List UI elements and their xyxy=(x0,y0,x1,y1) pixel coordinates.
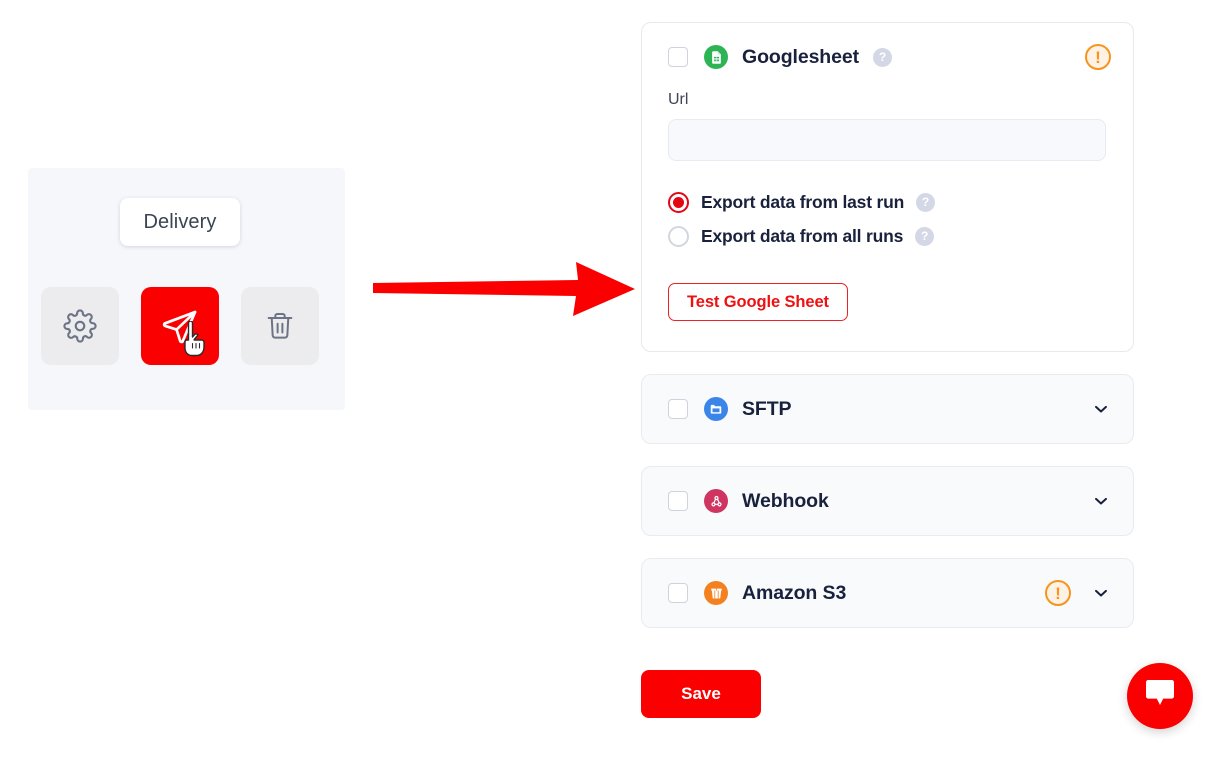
googlesheet-warning-icon[interactable]: ! xyxy=(1085,44,1111,70)
chat-bubble-icon xyxy=(1144,679,1176,714)
webhook-checkbox[interactable] xyxy=(668,491,688,511)
amazon-s3-warning-icon[interactable]: ! xyxy=(1045,580,1071,606)
settings-button[interactable] xyxy=(41,287,119,365)
delivery-button-row xyxy=(41,287,319,365)
delivery-tooltip: Delivery xyxy=(120,198,240,246)
sftp-title: SFTP xyxy=(742,397,792,420)
chevron-down-icon[interactable] xyxy=(1091,491,1111,511)
sftp-checkbox[interactable] xyxy=(668,399,688,419)
paper-plane-icon xyxy=(161,307,199,345)
webhook-title: Webhook xyxy=(742,489,829,512)
delete-button[interactable] xyxy=(241,287,319,365)
amazon-s3-checkbox[interactable] xyxy=(668,583,688,603)
test-google-sheet-button[interactable]: Test Google Sheet xyxy=(668,283,848,321)
delivery-button[interactable] xyxy=(141,287,219,365)
sftp-folder-icon xyxy=(704,397,728,421)
chat-widget-button[interactable] xyxy=(1127,663,1193,729)
url-input[interactable] xyxy=(668,119,1106,161)
annotation-arrow xyxy=(373,258,637,325)
google-sheet-icon xyxy=(704,45,728,69)
app-root: Delivery Googlesheet ? ! Url Export data… xyxy=(0,0,1221,757)
googlesheet-header[interactable]: Googlesheet ? ! xyxy=(642,23,1133,91)
googlesheet-help-icon[interactable]: ? xyxy=(873,47,893,67)
amazon-s3-header[interactable]: Amazon S3 ! xyxy=(642,559,1133,627)
gear-icon xyxy=(63,309,97,343)
googlesheet-checkbox[interactable] xyxy=(668,47,688,67)
save-button[interactable]: Save xyxy=(641,670,761,718)
target-card-amazon-s3[interactable]: Amazon S3 ! xyxy=(641,558,1134,628)
delivery-widget-panel: Delivery xyxy=(28,168,345,410)
googlesheet-title: Googlesheet xyxy=(742,45,860,68)
radio-label-all-runs: Export data from all runs xyxy=(701,225,904,246)
amazon-s3-bucket-icon xyxy=(704,581,728,605)
radio-row-all-runs[interactable]: Export data from all runs ? xyxy=(668,221,1107,251)
target-card-googlesheet: Googlesheet ? ! Url Export data from las… xyxy=(641,22,1134,352)
amazon-s3-title: Amazon S3 xyxy=(742,581,847,604)
webhook-icon xyxy=(704,489,728,513)
delivery-tooltip-label: Delivery xyxy=(143,210,217,233)
radio-label-last-run: Export data from last run xyxy=(701,191,905,212)
trash-icon xyxy=(264,310,296,342)
target-card-sftp[interactable]: SFTP xyxy=(641,374,1134,444)
url-label: Url xyxy=(668,91,689,108)
delivery-targets-list: Googlesheet ? ! Url Export data from las… xyxy=(641,22,1134,718)
chevron-down-icon[interactable] xyxy=(1091,583,1111,603)
radio-all-runs[interactable] xyxy=(668,225,689,247)
export-mode-radio-group: Export data from last run ? Export data … xyxy=(668,187,1107,251)
radio-last-run-help-icon[interactable]: ? xyxy=(916,192,936,212)
sftp-header[interactable]: SFTP xyxy=(642,375,1133,443)
googlesheet-body: Url Export data from last run ? Export d… xyxy=(642,91,1133,351)
radio-all-runs-help-icon[interactable]: ? xyxy=(915,226,935,246)
radio-row-last-run[interactable]: Export data from last run ? xyxy=(668,187,1107,217)
chevron-down-icon[interactable] xyxy=(1091,399,1111,419)
radio-last-run[interactable] xyxy=(668,191,689,213)
target-card-webhook[interactable]: Webhook xyxy=(641,466,1134,536)
webhook-header[interactable]: Webhook xyxy=(642,467,1133,535)
